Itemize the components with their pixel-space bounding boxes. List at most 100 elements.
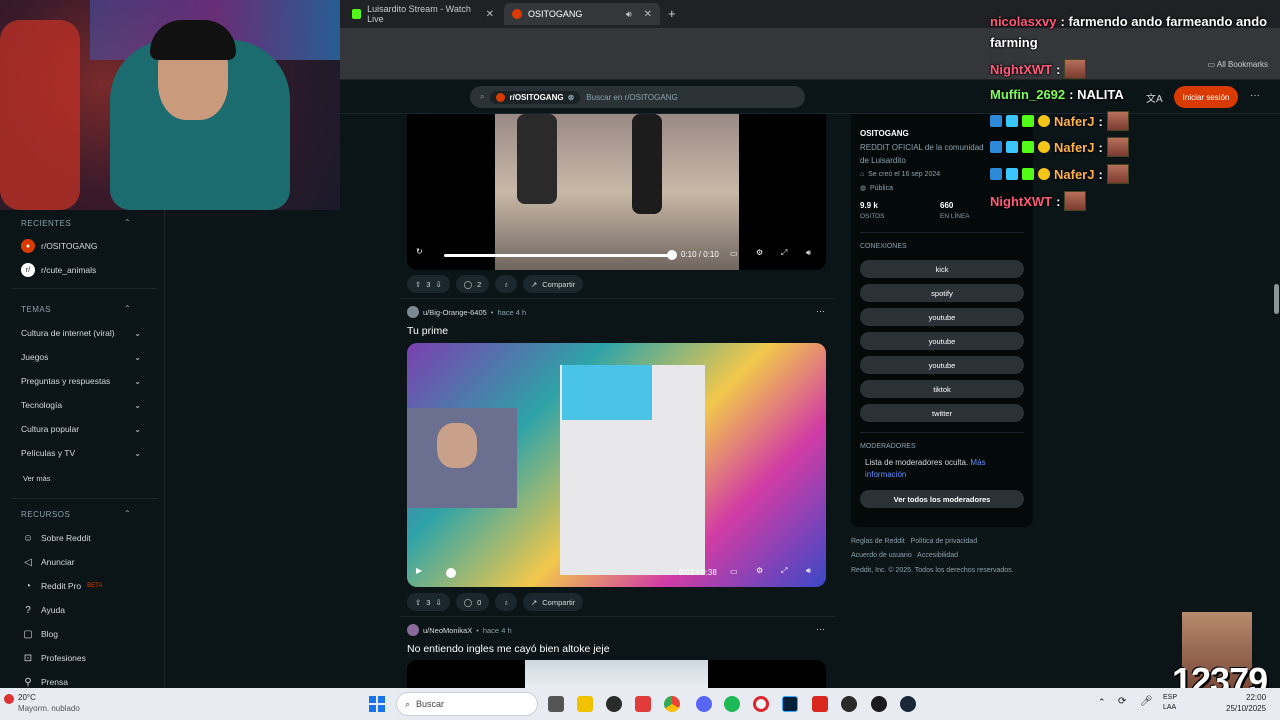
video-progress-bar[interactable] bbox=[444, 568, 672, 578]
post-more-icon[interactable]: ··· bbox=[816, 306, 825, 316]
downvote-icon[interactable]: ⇩ bbox=[435, 280, 441, 289]
share-button[interactable]: ↗ Compartir bbox=[522, 593, 584, 611]
close-icon[interactable]: ✕ bbox=[644, 9, 652, 20]
view-moderators-button[interactable]: Ver todos los moderadores bbox=[860, 490, 1024, 508]
user-avatar[interactable] bbox=[407, 306, 419, 318]
topic-item[interactable]: Tecnología ⌄ bbox=[21, 395, 141, 415]
post-author[interactable]: u/NeoMonikaX bbox=[423, 626, 472, 635]
footer-agreement-link[interactable]: Acuerdo de usuario bbox=[851, 552, 912, 559]
link-kick[interactable]: kick bbox=[860, 260, 1024, 278]
footer-rules-link[interactable]: Reglas de Reddit bbox=[851, 538, 905, 545]
recent-item-cute-animals[interactable]: r/ r/cute_animals bbox=[21, 260, 141, 280]
chevron-up-icon[interactable]: ⌃ bbox=[124, 304, 131, 313]
post-video-2[interactable] bbox=[407, 343, 826, 587]
post-image-3[interactable] bbox=[407, 660, 826, 688]
resource-item-advertise[interactable]: ◁ Anunciar bbox=[21, 552, 141, 572]
spotify-icon[interactable] bbox=[724, 696, 740, 712]
community-chip[interactable]: r/OSITOGANG ⊗ bbox=[490, 90, 581, 104]
user-avatar[interactable] bbox=[407, 624, 419, 636]
chrome-icon[interactable] bbox=[664, 696, 680, 712]
taskbar-search[interactable]: ⌕ Buscar bbox=[396, 692, 538, 716]
opera-icon[interactable] bbox=[753, 696, 769, 712]
comments-button[interactable]: ◯ 0 bbox=[455, 593, 490, 611]
fullscreen-icon[interactable]: ⤢ bbox=[781, 248, 787, 258]
chevron-up-icon[interactable]: ⌃ bbox=[1098, 697, 1106, 708]
resource-item-careers[interactable]: ⊡ Profesiones bbox=[21, 648, 141, 668]
comment-icon: ◯ bbox=[463, 597, 473, 607]
resource-item-about[interactable]: ☺ Sobre Reddit bbox=[21, 528, 141, 548]
badge-icon bbox=[990, 141, 1002, 153]
app-icon[interactable] bbox=[841, 696, 857, 712]
post-video-1[interactable] bbox=[407, 114, 826, 270]
see-more-button[interactable]: Ver más bbox=[23, 468, 143, 488]
topic-item[interactable]: Cultura popular ⌄ bbox=[21, 419, 141, 439]
tab-luisardito-stream[interactable]: Luisardito Stream - Watch Live ✕ bbox=[344, 3, 502, 25]
volume-icon[interactable]: 🔊︎ bbox=[806, 248, 811, 258]
photoshop-icon[interactable] bbox=[782, 696, 798, 712]
play-icon[interactable]: ▶ bbox=[416, 566, 422, 575]
resource-item-reddit-pro[interactable]: ◔ Reddit Pro BETA bbox=[21, 576, 141, 596]
task-view-icon[interactable] bbox=[548, 696, 564, 712]
start-button[interactable] bbox=[369, 696, 385, 712]
link-youtube[interactable]: youtube bbox=[860, 308, 1024, 326]
clock[interactable]: 22:00 25/10/2025 bbox=[1226, 692, 1266, 714]
tab-ositogang[interactable]: OSITOGANG 🔊︎ ✕ bbox=[504, 3, 660, 25]
award-button[interactable]: ♁ bbox=[495, 593, 517, 611]
search-input[interactable]: ⌕ r/OSITOGANG ⊗ Buscar en r/OSITOGANG bbox=[470, 86, 805, 108]
volume-icon[interactable]: 🔊︎ bbox=[806, 566, 811, 576]
post-title[interactable]: Tu prime bbox=[407, 325, 448, 337]
footer-privacy-link[interactable]: Política de privacidad bbox=[911, 538, 978, 545]
app-icon[interactable] bbox=[635, 696, 651, 712]
replay-icon[interactable]: ↻ bbox=[416, 247, 423, 256]
topic-item[interactable]: Cultura de internet (viral) ⌄ bbox=[21, 323, 141, 343]
share-button[interactable]: ↗ Compartir bbox=[522, 275, 584, 293]
settings-icon[interactable]: ⚙ bbox=[756, 248, 763, 257]
video-progress-knob[interactable] bbox=[445, 568, 456, 578]
captions-icon[interactable]: ▭ bbox=[730, 249, 738, 258]
speaker-icon[interactable]: 🔊︎ bbox=[626, 9, 632, 20]
resource-item-blog[interactable]: ▢ Blog bbox=[21, 624, 141, 644]
link-spotify[interactable]: spotify bbox=[860, 284, 1024, 302]
post-title[interactable]: No entiendo ingles me cayó bien altoke j… bbox=[407, 643, 610, 655]
link-youtube[interactable]: youtube bbox=[860, 332, 1024, 350]
file-explorer-icon[interactable] bbox=[577, 696, 593, 712]
new-tab-button[interactable]: + bbox=[668, 6, 676, 21]
link-youtube[interactable]: youtube bbox=[860, 356, 1024, 374]
video-progress-bar[interactable] bbox=[444, 250, 677, 260]
vote-control[interactable]: ⇧ 3 ⇩ bbox=[407, 275, 450, 293]
page-scrollbar[interactable] bbox=[1274, 284, 1279, 314]
footer-accessibility-link[interactable]: Accesibilidad bbox=[917, 552, 958, 559]
fullscreen-icon[interactable]: ⤢ bbox=[781, 566, 787, 576]
link-twitter[interactable]: twitter bbox=[860, 404, 1024, 422]
discord-icon[interactable] bbox=[696, 696, 712, 712]
upvote-icon[interactable]: ⇧ bbox=[415, 280, 421, 289]
topic-item[interactable]: Preguntas y respuestas ⌄ bbox=[21, 371, 141, 391]
steam-icon[interactable] bbox=[900, 696, 916, 712]
recent-item-ositogang[interactable]: ● r/OSITOGANG bbox=[21, 236, 141, 256]
acrobat-icon[interactable] bbox=[812, 696, 828, 712]
close-icon[interactable]: ✕ bbox=[486, 9, 494, 20]
topic-item[interactable]: Películas y TV ⌄ bbox=[21, 443, 141, 463]
vote-control[interactable]: ⇧ 3 ⇩ bbox=[407, 593, 450, 611]
weather-widget[interactable]: 20°C Mayorm. nublado bbox=[18, 692, 80, 714]
chevron-up-icon[interactable]: ⌃ bbox=[124, 218, 131, 227]
microphone-icon[interactable]: 🎤︎ bbox=[1140, 696, 1153, 707]
language-indicator[interactable]: ESP LAA bbox=[1163, 693, 1177, 713]
app-icon[interactable] bbox=[606, 696, 622, 712]
downvote-icon[interactable]: ⇩ bbox=[435, 598, 441, 607]
clear-icon[interactable]: ⊗ bbox=[568, 93, 575, 102]
comments-button[interactable]: ◯ 2 bbox=[455, 275, 490, 293]
award-button[interactable]: ♁ bbox=[495, 275, 517, 293]
video-progress-knob[interactable] bbox=[667, 250, 677, 260]
captions-icon[interactable]: ▭ bbox=[730, 567, 738, 576]
sync-icon[interactable]: ⟳ bbox=[1118, 696, 1126, 707]
settings-icon[interactable]: ⚙ bbox=[756, 566, 763, 575]
topic-item[interactable]: Juegos ⌄ bbox=[21, 347, 141, 367]
link-tiktok[interactable]: tiktok bbox=[860, 380, 1024, 398]
upvote-icon[interactable]: ⇧ bbox=[415, 598, 421, 607]
resource-item-help[interactable]: ? Ayuda bbox=[21, 600, 141, 620]
post-author[interactable]: u/Big-Orange-6405 bbox=[423, 308, 487, 317]
chevron-up-icon[interactable]: ⌃ bbox=[124, 509, 131, 518]
obs-icon[interactable] bbox=[871, 696, 887, 712]
post-more-icon[interactable]: ··· bbox=[816, 624, 825, 634]
